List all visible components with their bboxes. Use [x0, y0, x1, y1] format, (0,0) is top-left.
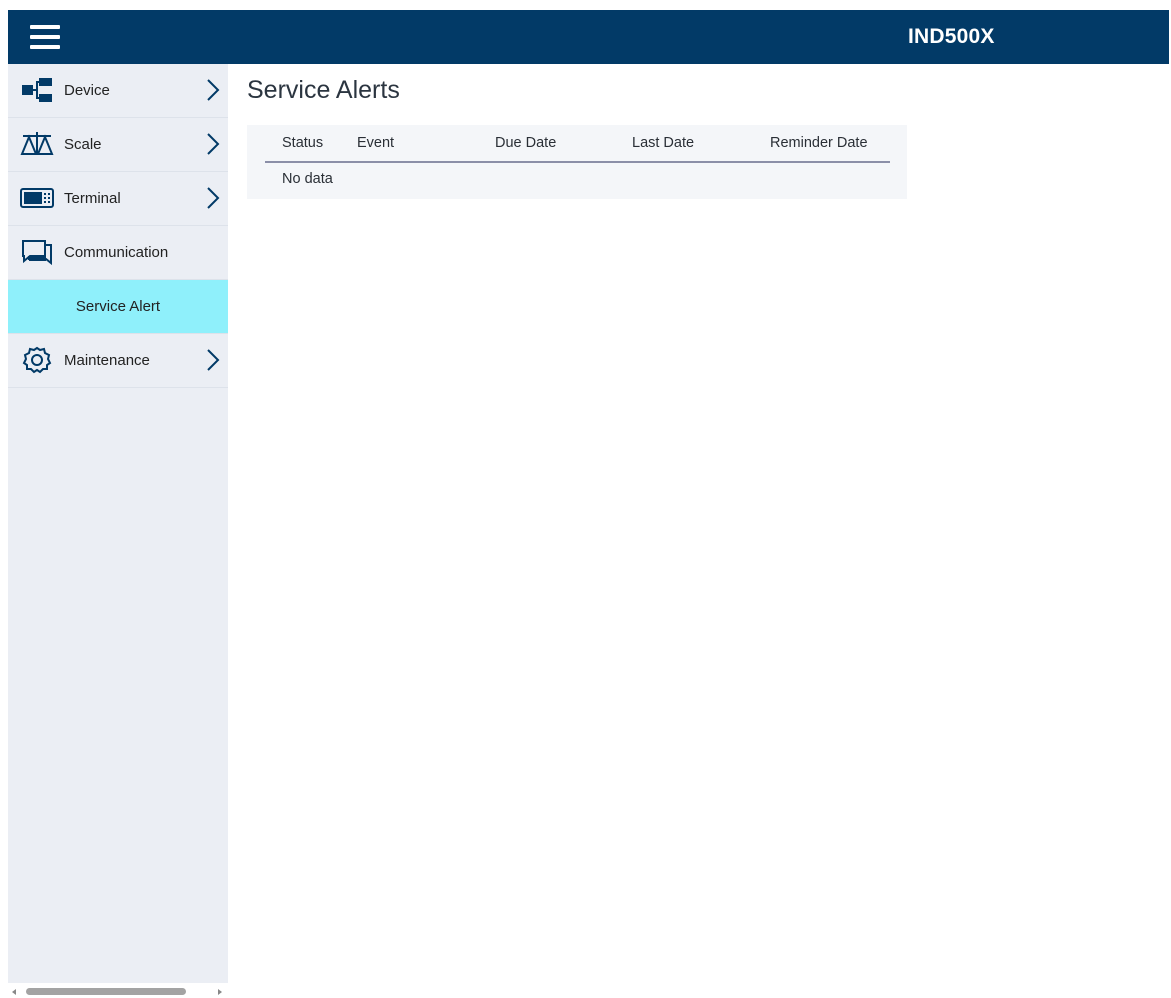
terminal-icon — [20, 188, 54, 208]
scroll-right-icon[interactable] — [218, 989, 222, 995]
column-header-reminder-date[interactable]: Reminder Date — [770, 135, 868, 151]
device-network-icon — [22, 78, 52, 102]
scroll-left-icon[interactable] — [12, 989, 16, 995]
empty-state-text: No data — [282, 171, 333, 187]
service-alerts-table: Status Event Due Date Last Date Reminder… — [247, 125, 907, 199]
page-title: Service Alerts — [247, 76, 400, 104]
chevron-right-icon — [207, 79, 220, 101]
sidebar: Device Scale Terminal Communication Serv… — [8, 64, 228, 983]
table-header: Status Event Due Date Last Date Reminder… — [265, 125, 890, 163]
column-header-due-date[interactable]: Due Date — [495, 135, 556, 151]
sidebar-item-communication[interactable]: Communication — [8, 226, 228, 280]
chevron-right-icon — [207, 187, 220, 209]
sidebar-item-label: Scale — [64, 136, 102, 153]
hamburger-menu-icon[interactable] — [30, 25, 60, 49]
sidebar-item-device[interactable]: Device — [8, 64, 228, 118]
chevron-right-icon — [207, 349, 220, 371]
gear-icon — [22, 346, 52, 374]
top-bar: IND500X — [8, 10, 1169, 64]
column-header-status[interactable]: Status — [282, 135, 323, 151]
sidebar-subitem-label: Service Alert — [75, 298, 161, 315]
sidebar-item-label: Terminal — [64, 190, 121, 207]
scrollbar-thumb[interactable] — [26, 988, 186, 995]
column-header-event[interactable]: Event — [357, 135, 394, 151]
top-margin — [0, 0, 1171, 10]
sidebar-item-label: Maintenance — [64, 352, 150, 369]
sidebar-item-scale[interactable]: Scale — [8, 118, 228, 172]
sidebar-item-terminal[interactable]: Terminal — [8, 172, 228, 226]
brand-title: IND500X — [908, 25, 995, 48]
column-header-last-date[interactable]: Last Date — [632, 135, 694, 151]
chat-icon — [22, 240, 52, 266]
sidebar-item-label: Device — [64, 82, 110, 99]
horizontal-scrollbar[interactable] — [8, 985, 228, 998]
chevron-right-icon — [207, 133, 220, 155]
sidebar-item-label: Communication — [64, 244, 169, 261]
sidebar-item-maintenance[interactable]: Maintenance — [8, 334, 228, 388]
scale-balance-icon — [20, 132, 54, 155]
sidebar-subitem-service-alert[interactable]: Service Alert — [8, 280, 228, 334]
